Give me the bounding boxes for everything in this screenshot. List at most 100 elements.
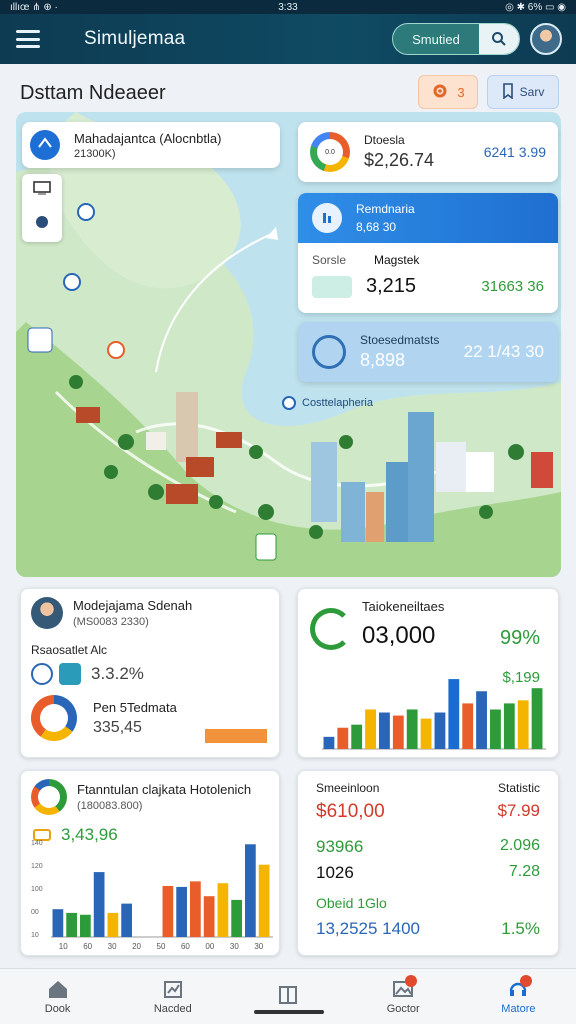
chart-bar [66, 912, 77, 937]
x-tick-label: 60 [181, 942, 190, 951]
y-tick-label: 100 [31, 886, 43, 893]
summary-header-right: Statistic [497, 781, 540, 795]
app-bar: Simuljemaa Smutied [0, 14, 576, 64]
summary-panel[interactable]: Smeeinloon Statistic $610,00 $7.99 93966… [297, 770, 559, 956]
status-time: 3:33 [278, 1, 298, 13]
breakdown-title: Ftanntulan clajkata Hotolenich [77, 782, 252, 797]
screen-icon[interactable] [33, 181, 51, 200]
metric-label: Pen 5Tedmata [93, 699, 177, 715]
summary-r2-right: 2.096 [499, 837, 540, 854]
chart-bar [448, 679, 460, 749]
chart-icon [163, 980, 182, 998]
status-right: ◎ ✱ 6% ▭ ◉ [505, 1, 566, 13]
location-name: Mahadajantca (Alocnbtla) [74, 130, 222, 146]
nav-home[interactable]: Dook [0, 969, 115, 1024]
map-tools [22, 174, 62, 242]
stat-subtitle: 8,68 30 [356, 220, 397, 234]
chart-bar [231, 899, 242, 937]
stat-value: $2,26.74 [364, 150, 435, 170]
chart-bar [503, 703, 515, 749]
chart-bar [52, 909, 64, 937]
chart-bar [434, 712, 446, 749]
stat-row-label2: Magstek [374, 253, 420, 267]
donut-value: 0.0 [317, 139, 343, 165]
totals-value: 03,000 [362, 622, 436, 649]
chart-bar [406, 709, 418, 749]
totals-percent: 99% [499, 627, 540, 649]
home-indicator [254, 1010, 324, 1014]
chart-bar [217, 883, 229, 937]
x-tick-label: 30 [230, 942, 239, 951]
search-bar[interactable]: Smutied [392, 23, 520, 55]
location-card[interactable]: Mahadajantca (Alocnbtla) 21300K) [22, 122, 280, 168]
bar-chart: 10 60 30 20 50 60 00 30 30 140 120 100 00 10 [31, 840, 273, 951]
gear-icon [431, 82, 449, 103]
status-left: ıllıœ ⋔ ⊕ · [10, 1, 58, 13]
summary-r3-left: 1026 [316, 863, 354, 882]
stat-card-stations[interactable]: Stoesedmatsts 8,898 22 1/43 30 [298, 322, 558, 382]
metric-value: 335,45 [93, 718, 142, 736]
chart-bar [351, 724, 363, 749]
save-label: Sarv [519, 85, 545, 99]
stat-label: Dtoesla [364, 133, 405, 147]
x-tick-label: 30 [254, 942, 263, 951]
page-title: Dsttam Ndeaeer [20, 82, 166, 104]
donut-icon: 0.0 [310, 132, 350, 172]
home-icon [48, 980, 67, 998]
stat-side-value: 6241 3.99 [483, 144, 546, 160]
profile-panel[interactable]: Modejajama Sdenah (MS0083 2330) Rsaosatl… [20, 588, 280, 758]
chart-bar [107, 912, 119, 937]
stat-card-total[interactable]: 0.0 Dtoesla $2,26.74 6241 3.99 [298, 122, 558, 182]
nav-gallery[interactable]: Goctor [346, 969, 461, 1024]
stat-row-label: Sorsle [312, 253, 347, 267]
profile-name: Modejajama Sdenah [73, 598, 193, 613]
layers-icon[interactable] [34, 214, 50, 235]
summary-r2-left: 93966 [316, 837, 364, 856]
chart-bar [80, 914, 91, 937]
search-icon[interactable] [479, 24, 519, 54]
save-button[interactable]: Sarv [487, 75, 559, 109]
totals-panel[interactable]: Taiokeneiltaes 03,000 99% $,199 [297, 588, 559, 758]
y-tick-label: 140 [31, 840, 43, 847]
refresh-icon [310, 607, 352, 650]
nav-label: Nacded [153, 1002, 192, 1015]
profile-sub: (MS0083 2330) [73, 616, 149, 628]
chart-bar [392, 715, 404, 749]
totals-title: Taiokeneiltaes [362, 599, 445, 614]
y-tick-label: 10 [31, 932, 39, 939]
stat-side-value: 22 1/43 30 [463, 342, 544, 361]
location-code: 21300K) [74, 147, 116, 160]
chart-bar [176, 886, 187, 937]
nav-support[interactable]: Matore [461, 969, 576, 1024]
settings-button[interactable]: 3 [418, 75, 478, 109]
chart-bar [379, 712, 390, 749]
stat-value: 8,898 [360, 350, 406, 370]
pin-label: Costtelapheria [302, 397, 373, 409]
x-tick-label: 60 [83, 942, 92, 951]
nav-book[interactable] [230, 969, 345, 1024]
gauge-icon [312, 335, 346, 369]
chart-bar [245, 844, 256, 937]
chart-bar [490, 709, 501, 749]
chart-bar [121, 903, 132, 937]
pin-icon [282, 396, 296, 410]
stat-card-remaining[interactable]: Remdnaria 8,68 30 Sorsle Magstek 3,215 3… [298, 193, 558, 313]
notification-badge [520, 975, 533, 987]
avatar[interactable] [530, 23, 562, 55]
menu-icon[interactable] [14, 28, 42, 50]
chart-bar [517, 700, 529, 749]
x-tick-label: 20 [132, 942, 141, 951]
search-input[interactable]: Smutied [393, 32, 479, 47]
breakdown-panel[interactable]: Ftanntulan clajkata Hotolenich (180083.8… [20, 770, 280, 956]
chart-bar [203, 896, 215, 937]
settings-count: 3 [457, 84, 465, 100]
chart-bar [323, 736, 335, 749]
status-bar: ıllıœ ⋔ ⊕ · 3:33 ◎ ✱ 6% ▭ ◉ [0, 0, 576, 14]
bookmark-icon [502, 82, 514, 102]
map-pin[interactable]: Costtelapheria [282, 396, 373, 410]
x-tick-label: 00 [205, 942, 214, 951]
breakdown-sub: (180083.800) [77, 800, 143, 812]
nav-label: Goctor [386, 1002, 420, 1015]
nav-charts[interactable]: Nacded [115, 969, 230, 1024]
y-tick-label: 120 [31, 863, 43, 870]
